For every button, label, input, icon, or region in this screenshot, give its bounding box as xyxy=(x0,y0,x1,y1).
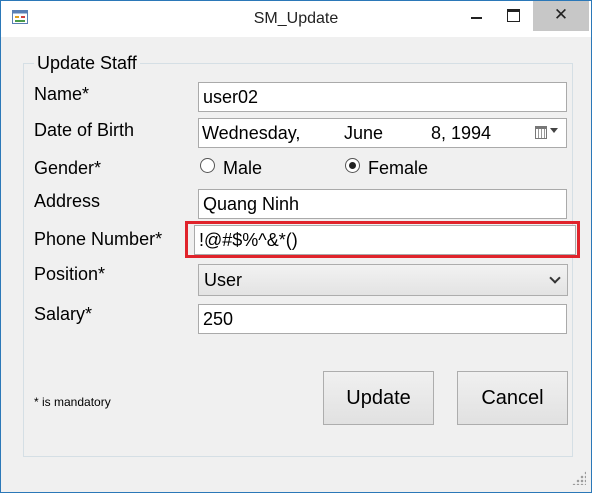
chevron-down-icon[interactable] xyxy=(550,128,558,133)
position-select[interactable]: User xyxy=(198,264,568,296)
dob-month: June xyxy=(344,123,384,143)
phone-highlight-box xyxy=(185,221,580,258)
name-input[interactable]: user02 xyxy=(198,82,567,112)
resize-grip-icon[interactable] xyxy=(572,471,586,485)
salary-input[interactable]: 250 xyxy=(198,304,567,334)
close-icon: ✕ xyxy=(553,5,569,24)
gender-label: Gender* xyxy=(34,158,102,178)
dob-day-year: 8, 1994 xyxy=(431,123,492,143)
address-label: Address xyxy=(34,191,101,211)
cancel-button[interactable]: Cancel xyxy=(457,371,568,425)
salary-label: Salary* xyxy=(34,304,93,324)
gender-female-radio[interactable] xyxy=(345,158,360,173)
dob-date-picker[interactable]: Wednesday, June 8, 1994 xyxy=(198,118,567,148)
minimize-button[interactable] xyxy=(459,1,493,31)
maximize-button[interactable] xyxy=(497,1,531,31)
groupbox-title: Update Staff xyxy=(34,53,140,74)
position-selected-value: User xyxy=(204,270,243,290)
gender-male-radio[interactable] xyxy=(200,158,215,173)
minimize-icon xyxy=(471,17,482,19)
address-input[interactable]: Quang Ninh xyxy=(198,189,567,219)
chevron-down-icon[interactable] xyxy=(549,272,561,284)
update-button[interactable]: Update xyxy=(323,371,434,425)
title-bar[interactable]: SM_Update ✕ xyxy=(1,1,591,37)
mandatory-note: * is mandatory xyxy=(34,395,111,409)
calendar-icon[interactable] xyxy=(535,126,547,139)
gender-male-label[interactable]: Male xyxy=(223,158,262,179)
dob-label: Date of Birth xyxy=(34,120,135,140)
gender-female-label[interactable]: Female xyxy=(368,158,428,179)
phone-label: Phone Number* xyxy=(34,229,163,249)
close-button[interactable]: ✕ xyxy=(533,1,589,31)
maximize-icon xyxy=(507,9,520,22)
position-label: Position* xyxy=(34,264,106,284)
sm-update-window: SM_Update ✕ Update Staff Name* user02 Da… xyxy=(0,0,592,493)
dob-weekday: Wednesday, xyxy=(202,123,301,143)
name-label: Name* xyxy=(34,84,90,104)
